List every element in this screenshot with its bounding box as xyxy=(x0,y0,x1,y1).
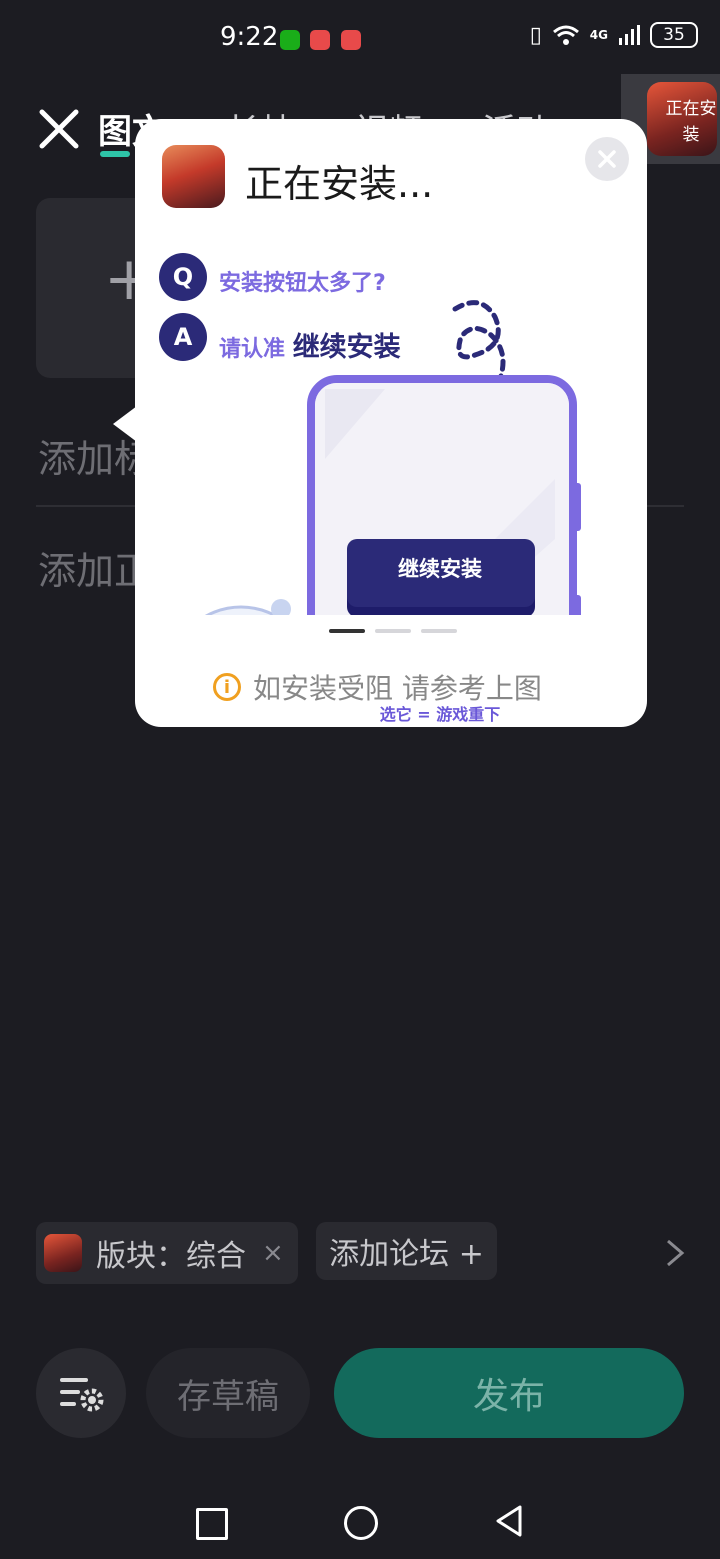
answer-prefix: 请认准 xyxy=(219,337,286,362)
carousel-dot[interactable] xyxy=(375,629,411,633)
popup-close-button[interactable] xyxy=(585,137,629,181)
answer-badge: A xyxy=(159,313,207,361)
install-hint: i 如安装受阻 请参考上图 xyxy=(213,667,542,707)
forum-chip[interactable]: 版块：综合 × xyxy=(36,1222,298,1284)
battery-indicator: 35 xyxy=(650,22,698,48)
wifi-icon xyxy=(552,25,579,45)
network-type: 4G xyxy=(589,28,608,42)
huawei-app-icon xyxy=(310,30,330,50)
status-icons: ▯ 4G 35 xyxy=(530,22,698,48)
forum-label: 版块：综合 xyxy=(96,1239,246,1274)
settings-gear-icon xyxy=(60,1378,104,1412)
carousel-dots xyxy=(329,629,457,633)
back-button[interactable] xyxy=(494,1504,524,1538)
question-text: 安装按钮太多了? xyxy=(219,271,386,296)
continue-install-label: 继续安装 xyxy=(398,557,482,581)
install-popup: 正在安装... Q 安装按钮太多了? A 请认准 继续安装 继续安装 应用市场安… xyxy=(135,119,647,727)
info-icon: i xyxy=(213,673,241,701)
answer-strong: 继续安装 xyxy=(292,332,401,363)
close-icon[interactable] xyxy=(38,108,80,150)
carousel-dot[interactable] xyxy=(421,629,457,633)
vibrate-icon: ▯ xyxy=(529,22,542,48)
game-icon xyxy=(44,1234,82,1272)
popup-title: 正在安装... xyxy=(245,162,434,206)
carousel-dot[interactable] xyxy=(329,629,365,633)
chevron-right-icon[interactable] xyxy=(664,1238,686,1268)
publish-button[interactable]: 发布 xyxy=(334,1348,684,1438)
status-time: 9:22 xyxy=(220,22,279,52)
hint-text: 如安装受阻 请参考上图 xyxy=(253,672,542,705)
install-chip-label: 正在安装 xyxy=(665,99,717,145)
game-icon xyxy=(162,145,225,208)
add-forum-button[interactable]: 添加论坛 + xyxy=(316,1222,497,1280)
question-badge: Q xyxy=(159,253,207,301)
signal-icon xyxy=(619,25,640,45)
wechat-icon xyxy=(280,30,300,50)
home-button[interactable] xyxy=(344,1506,378,1540)
close-icon xyxy=(598,150,616,168)
remove-forum-icon[interactable]: × xyxy=(262,1238,284,1268)
install-guide-illustration: Q 安装按钮太多了? A 请认准 继续安装 继续安装 应用市场安装 选它 = 游… xyxy=(135,239,647,724)
recent-apps-button[interactable] xyxy=(196,1508,228,1540)
huawei-app-icon xyxy=(341,30,361,50)
save-draft-button[interactable]: 存草稿 xyxy=(146,1348,310,1438)
popup-pointer xyxy=(113,406,137,442)
post-settings-button[interactable] xyxy=(36,1348,126,1438)
answer-text: 请认准 继续安装 xyxy=(219,325,401,364)
